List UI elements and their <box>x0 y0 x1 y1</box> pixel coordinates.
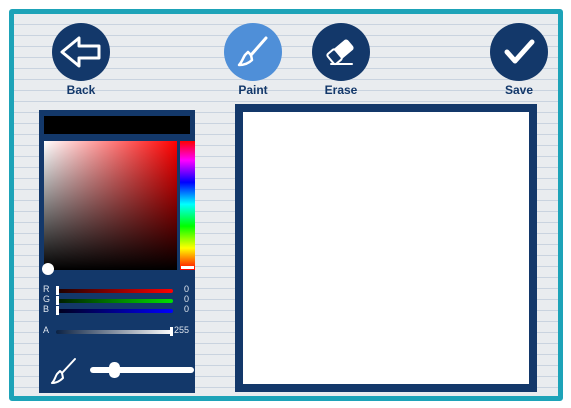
paint-button[interactable]: Paint <box>218 23 288 97</box>
saturation-value-handle[interactable] <box>42 263 54 275</box>
back-label: Back <box>66 83 96 97</box>
paintbrush-icon <box>237 36 268 67</box>
alpha-channel-track[interactable] <box>56 330 173 334</box>
back-button[interactable]: Back <box>46 23 116 97</box>
eraser-icon <box>326 39 354 66</box>
green-channel-slider[interactable]: G 0 <box>43 294 193 305</box>
paintbrush-icon <box>51 358 76 384</box>
red-channel-slider[interactable]: R 0 <box>43 284 193 295</box>
app-frame: Back Paint Erase Save R 0 G 0 B 0 A 255 <box>9 9 563 401</box>
red-channel-value: 0 <box>183 284 189 294</box>
alpha-channel-label: A <box>43 325 50 335</box>
blue-channel-track[interactable] <box>56 309 173 313</box>
green-channel-label: G <box>43 294 51 304</box>
blue-channel-knob[interactable] <box>56 306 59 315</box>
arrow-left-icon <box>60 36 101 68</box>
hue-slider[interactable] <box>180 141 195 270</box>
blue-channel-value: 0 <box>183 304 189 314</box>
drawing-canvas-frame <box>235 104 537 392</box>
erase-label: Erase <box>324 83 358 97</box>
saturation-value-picker[interactable] <box>42 141 177 275</box>
red-channel-knob[interactable] <box>56 286 59 295</box>
green-channel-knob[interactable] <box>56 296 59 305</box>
color-picker-panel: R 0 G 0 B 0 A 255 <box>39 110 195 393</box>
erase-button[interactable]: Erase <box>306 23 376 97</box>
blue-channel-label: B <box>43 304 50 314</box>
back-button-circle[interactable] <box>52 23 110 81</box>
alpha-channel-knob[interactable] <box>170 327 173 336</box>
alpha-channel-value: 255 <box>173 325 189 335</box>
save-button-circle[interactable] <box>490 23 548 81</box>
green-channel-track[interactable] <box>56 299 173 303</box>
blue-channel-slider[interactable]: B 0 <box>43 304 193 315</box>
checkmark-icon <box>504 39 535 64</box>
drawing-canvas[interactable] <box>243 112 529 384</box>
paint-button-circle[interactable] <box>224 23 282 81</box>
brush-size-slider[interactable] <box>90 362 194 378</box>
red-channel-label: R <box>43 284 50 294</box>
hue-slider-handle[interactable] <box>181 266 194 269</box>
green-channel-value: 0 <box>183 294 189 304</box>
alpha-channel-slider[interactable]: A 255 <box>43 325 193 336</box>
color-preview-field[interactable] <box>44 116 190 134</box>
erase-button-circle[interactable] <box>312 23 370 81</box>
save-button[interactable]: Save <box>484 23 554 97</box>
paint-label: Paint <box>238 83 268 97</box>
red-channel-track[interactable] <box>56 289 173 293</box>
save-label: Save <box>504 83 534 97</box>
brush-size-knob[interactable] <box>109 362 120 378</box>
